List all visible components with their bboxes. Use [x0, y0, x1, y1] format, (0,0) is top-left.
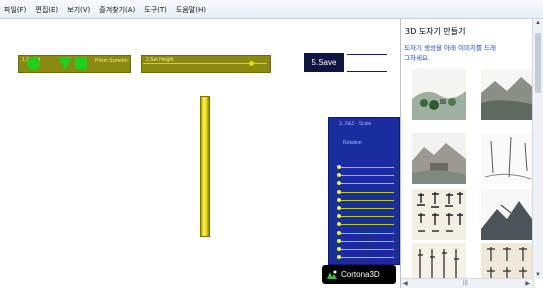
scroll-up-icon[interactable]: ▲	[535, 20, 541, 26]
scale-slider-handle[interactable]	[337, 238, 341, 243]
scale-slider-row[interactable]	[337, 206, 394, 210]
cortona3d-badge[interactable]: Cortona3D	[322, 265, 396, 284]
gallery-image-2[interactable]	[481, 69, 535, 120]
scale-slider-handle[interactable]	[337, 181, 341, 186]
scale-slider-handle[interactable]	[337, 222, 341, 227]
height-slider-handle[interactable]	[249, 61, 254, 66]
scale-slider-row[interactable]	[337, 181, 394, 186]
scale-slider-handle[interactable]	[337, 173, 341, 178]
scrollbar-thumb[interactable]	[535, 33, 541, 93]
scale-slider-row[interactable]	[337, 214, 394, 219]
rotation-label: Rotation	[343, 140, 362, 146]
scroll-right-icon[interactable]: ▶	[525, 280, 530, 287]
scale-slider-row[interactable]	[337, 255, 394, 260]
save-divider-top	[347, 54, 387, 55]
save-button[interactable]: 5.Save	[304, 53, 344, 72]
scroll-left-icon[interactable]: ◀	[403, 280, 408, 287]
scale-slider-handle[interactable]	[337, 189, 341, 194]
scale-slider-handle[interactable]	[337, 247, 341, 251]
scale-slider-row[interactable]	[337, 173, 394, 178]
scale-label: 3. X&Z - Scale	[339, 121, 372, 127]
scale-slider-handle[interactable]	[337, 197, 341, 202]
horizontal-scrollbar[interactable]: ◀ ||| ▶	[401, 278, 532, 288]
scale-rotation-panel: 3. X&Z - Scale Rotation	[328, 117, 400, 265]
scale-slider-handle[interactable]	[337, 230, 341, 235]
scale-slider-handle[interactable]	[337, 214, 341, 219]
square-shape-icon[interactable]	[75, 57, 87, 69]
gallery-image-1[interactable]	[412, 69, 466, 120]
pottery-3d-model[interactable]	[200, 96, 210, 237]
triangle-shape-icon[interactable]	[58, 57, 72, 70]
scale-slider-row[interactable]	[337, 189, 394, 194]
save-divider-bottom	[347, 71, 387, 72]
scale-slider-handle[interactable]	[337, 206, 341, 210]
menu-view[interactable]: 보기(V)	[67, 5, 90, 15]
gallery-image-6[interactable]	[481, 189, 535, 240]
gallery-image-3[interactable]	[412, 133, 466, 184]
scale-slider-handle[interactable]	[337, 255, 341, 260]
scale-slider-row[interactable]	[337, 165, 394, 169]
gallery-instructions: 도자기 생성을 아래 이미지를 드래그하세요.	[404, 44, 496, 62]
menu-file[interactable]: 파일(F)	[4, 5, 26, 15]
scroll-down-icon[interactable]: ▼	[535, 272, 541, 278]
gallery-image-4[interactable]	[481, 133, 535, 184]
scale-slider-row[interactable]	[337, 247, 394, 251]
menu-edit[interactable]: 편집(E)	[35, 5, 58, 15]
vertical-scrollbar[interactable]: ▲ ▼	[532, 19, 543, 279]
circle-shape-icon[interactable]	[27, 57, 40, 70]
cortona3d-logo-icon	[327, 270, 337, 279]
scale-slider-row[interactable]	[337, 238, 394, 243]
scale-slider-row[interactable]	[337, 197, 394, 202]
scale-slider-row[interactable]	[337, 230, 394, 235]
scale-slider-handle[interactable]	[337, 165, 341, 169]
menu-bar: 파일(F) 편집(E) 보기(V) 즐겨찾기(A) 도구(T) 도움말(H)	[0, 0, 543, 19]
menu-help[interactable]: 도움말(H)	[176, 5, 206, 15]
gallery-pane: 3D 도자기 만들기 도자기 생성을 아래 이미지를 드래그하세요.	[400, 19, 543, 288]
gallery-image-5[interactable]	[412, 189, 466, 240]
shapes-label: Prism Symetric	[95, 58, 129, 64]
menu-favorites[interactable]: 즐겨찾기(A)	[99, 5, 135, 15]
player-brand: Cortona3D	[341, 270, 380, 279]
scrollbar-grip[interactable]: |||	[463, 280, 468, 286]
menu-tools[interactable]: 도구(T)	[144, 5, 167, 15]
scale-slider-row[interactable]	[337, 222, 394, 227]
gallery-title: 3D 도자기 만들기	[405, 27, 466, 36]
